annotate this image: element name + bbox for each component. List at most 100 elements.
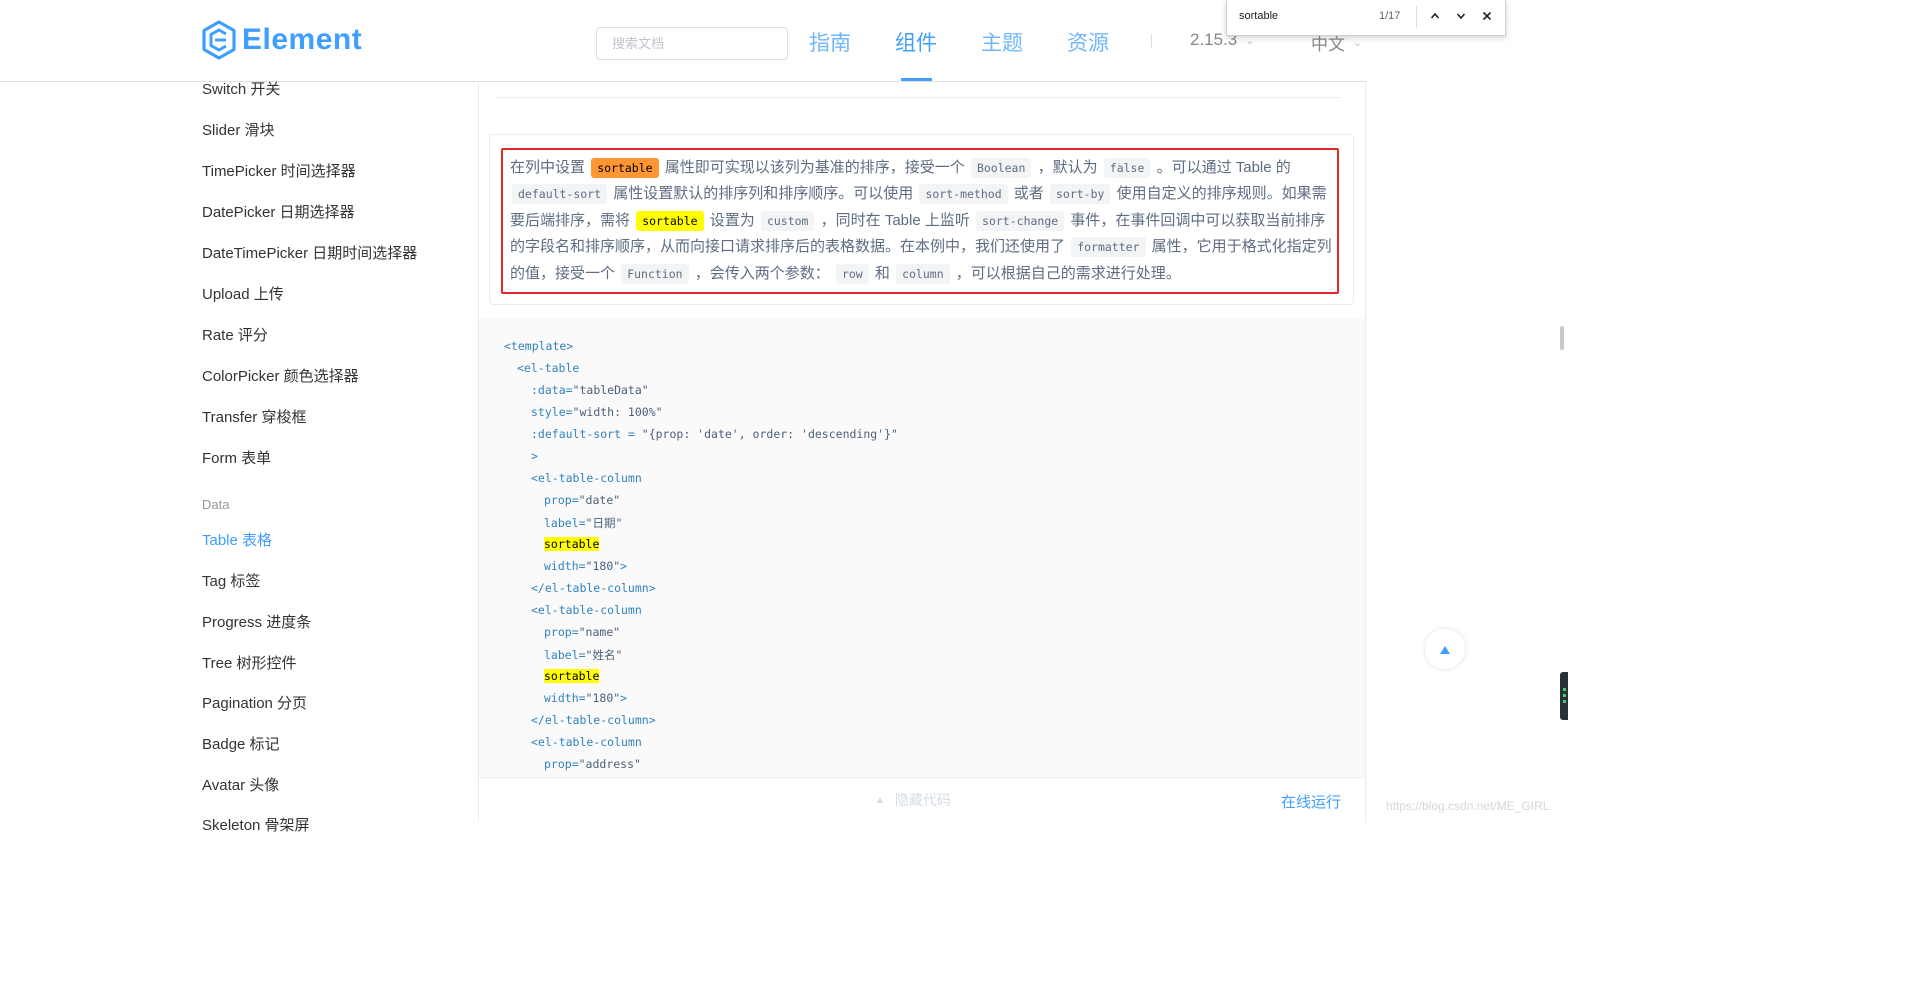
desc-text: 设置为 (709, 211, 755, 229)
code-sortable-match: sortable (544, 537, 600, 551)
code-block: <template> <el-table :data="tableData" s… (479, 318, 1365, 777)
code-token: row (835, 263, 869, 284)
code-line: style="width: 100%" (531, 405, 663, 419)
sidebar-item-slider[interactable]: Slider 滑块 (202, 119, 275, 140)
desc-text: 属性设置默认的排序列和排序顺序。可以使用 (613, 185, 914, 203)
desc-text: 属性即可实现以该列为基准的排序，接受一个 (664, 159, 965, 176)
sidebar-item-tag[interactable]: Tag 标签 (202, 570, 260, 591)
nav-separator (1151, 34, 1152, 48)
code-line: <el-table (517, 361, 580, 375)
code-line: prop="name" (544, 625, 621, 639)
code-line: <el-table-column (531, 603, 642, 617)
sidebar-item-upload[interactable]: Upload 上传 (202, 283, 284, 304)
desc-text: 。可以通过 Table 的 (1156, 159, 1291, 176)
code-token: column (896, 263, 950, 284)
chevron-down-icon (1456, 13, 1466, 20)
search-placeholder: 搜索文档 (612, 36, 665, 51)
code-line: label="日期" (544, 516, 623, 530)
sidebar-item-pagination[interactable]: Pagination 分页 (202, 692, 307, 713)
content-border-right (1365, 82, 1366, 822)
code-token: default-sort (512, 184, 608, 205)
code-line: <template> (504, 339, 574, 353)
code-line: </el-table-column> (531, 581, 656, 595)
sidebar-item-form[interactable]: Form 表单 (202, 447, 271, 468)
sidebar-item-colorpicker[interactable]: ColorPicker 颜色选择器 (202, 365, 359, 386)
code-sortable-match: sortable (544, 669, 600, 683)
code-line: > (531, 449, 538, 463)
sidebar-item-tree[interactable]: Tree 树形控件 (202, 652, 296, 673)
back-to-top-button[interactable] (1425, 629, 1465, 669)
chevron-down-icon: ⌄ (1353, 37, 1363, 49)
code-token: sort-change (976, 210, 1065, 231)
nav-theme[interactable]: 主题 (981, 27, 1023, 57)
code-token: false (1103, 158, 1151, 178)
desc-text: ，同时在 Table 上监听 (820, 211, 970, 229)
code-token: sort-by (1049, 184, 1111, 205)
sidebar-item-table[interactable]: Table 表格 (202, 529, 272, 550)
watermark: https://blog.csdn.net/ME_GIRL (1386, 799, 1550, 813)
code-line: prop="address" (544, 757, 641, 771)
hide-code-label: 隐藏代码 (894, 792, 951, 808)
element-logo-icon (202, 20, 236, 60)
nav-resource[interactable]: 资源 (1067, 27, 1109, 57)
sidebar-item-switch[interactable]: Switch 开关 (202, 78, 280, 99)
run-online-button[interactable]: 在线运行 (1281, 791, 1341, 812)
element-logo[interactable]: Element (202, 20, 362, 60)
desc-text: ，默认为 (1037, 159, 1098, 176)
code-token: Boolean (970, 158, 1032, 178)
indicator-dot (1563, 694, 1566, 697)
desc-text: 和 (874, 264, 890, 282)
scrollbar-thumb[interactable] (1560, 326, 1564, 350)
find-in-page-bar: sortable 1/17 (1226, 0, 1506, 36)
code-line: sortable (544, 669, 600, 683)
caret-up-icon: ▲ (875, 794, 885, 806)
code-line: sortable (544, 537, 600, 551)
nav-guide[interactable]: 指南 (809, 27, 851, 57)
find-match-count: 1/17 (1379, 10, 1401, 22)
sidebar-item-rate[interactable]: Rate 评分 (202, 324, 268, 345)
find-close-button[interactable] (1476, 6, 1498, 28)
indicator-dot (1563, 700, 1566, 703)
find-query-input[interactable]: sortable (1239, 10, 1278, 22)
nav-component[interactable]: 组件 (895, 27, 937, 57)
code-line: width="180"> (544, 691, 628, 705)
code-token-sortable-current: sortable (591, 158, 659, 178)
sidebar-group-data: Data (202, 497, 230, 512)
sidebar-item-datetimepicker[interactable]: DateTimePicker 日期时间选择器 (202, 242, 417, 263)
search-input[interactable]: 搜索文档 (596, 27, 788, 60)
code-line: width="180"> (544, 559, 628, 573)
sidebar-item-progress[interactable]: Progress 进度条 (202, 611, 311, 632)
find-divider (1416, 6, 1417, 28)
indicator-dot (1563, 688, 1566, 691)
code-token: formatter (1071, 237, 1146, 258)
sidebar-item-badge[interactable]: Badge 标记 (202, 733, 280, 754)
code-token: sort-method (919, 184, 1008, 205)
demo-description: 在列中设置 sortable 属性即可实现以该列为基准的排序，接受一个 Bool… (510, 155, 1336, 287)
code-line: <el-table-column (531, 471, 642, 485)
sidebar-item-skeleton[interactable]: Skeleton 骨架屏 (202, 814, 310, 835)
code-token: custom (760, 210, 815, 231)
desc-text: ，会传入两个参数： (694, 264, 830, 282)
code-line: prop="date" (544, 493, 621, 507)
desc-text: ，可以根据自己的需求进行处理。 (955, 264, 1181, 282)
code-line: label="姓名" (544, 648, 623, 662)
logo-text: Element (242, 23, 363, 56)
desc-text: 在列中设置 (510, 159, 586, 176)
code-line: :default-sort = "{prop: 'date', order: '… (531, 427, 898, 441)
hide-code-button[interactable]: ▲ 隐藏代码 (875, 790, 951, 810)
sidebar-item-avatar[interactable]: Avatar 头像 (202, 774, 279, 795)
code-line: <el-table-column (531, 735, 642, 749)
close-icon (1482, 11, 1492, 21)
code-line: </el-table-column> (531, 713, 656, 727)
browser-side-widget[interactable] (1560, 672, 1568, 720)
demo-top-divider (496, 97, 1341, 98)
find-previous-button[interactable] (1424, 6, 1446, 28)
find-next-button[interactable] (1450, 6, 1472, 28)
caret-up-icon (1440, 645, 1450, 654)
sidebar-item-timepicker[interactable]: TimePicker 时间选择器 (202, 160, 356, 181)
code-token-sortable-match: sortable (636, 210, 704, 231)
sidebar-item-transfer[interactable]: Transfer 穿梭框 (202, 406, 306, 427)
code-line: :data="tableData" (531, 383, 649, 397)
code-token: Function (621, 263, 689, 284)
sidebar-item-datepicker[interactable]: DatePicker 日期选择器 (202, 201, 355, 222)
